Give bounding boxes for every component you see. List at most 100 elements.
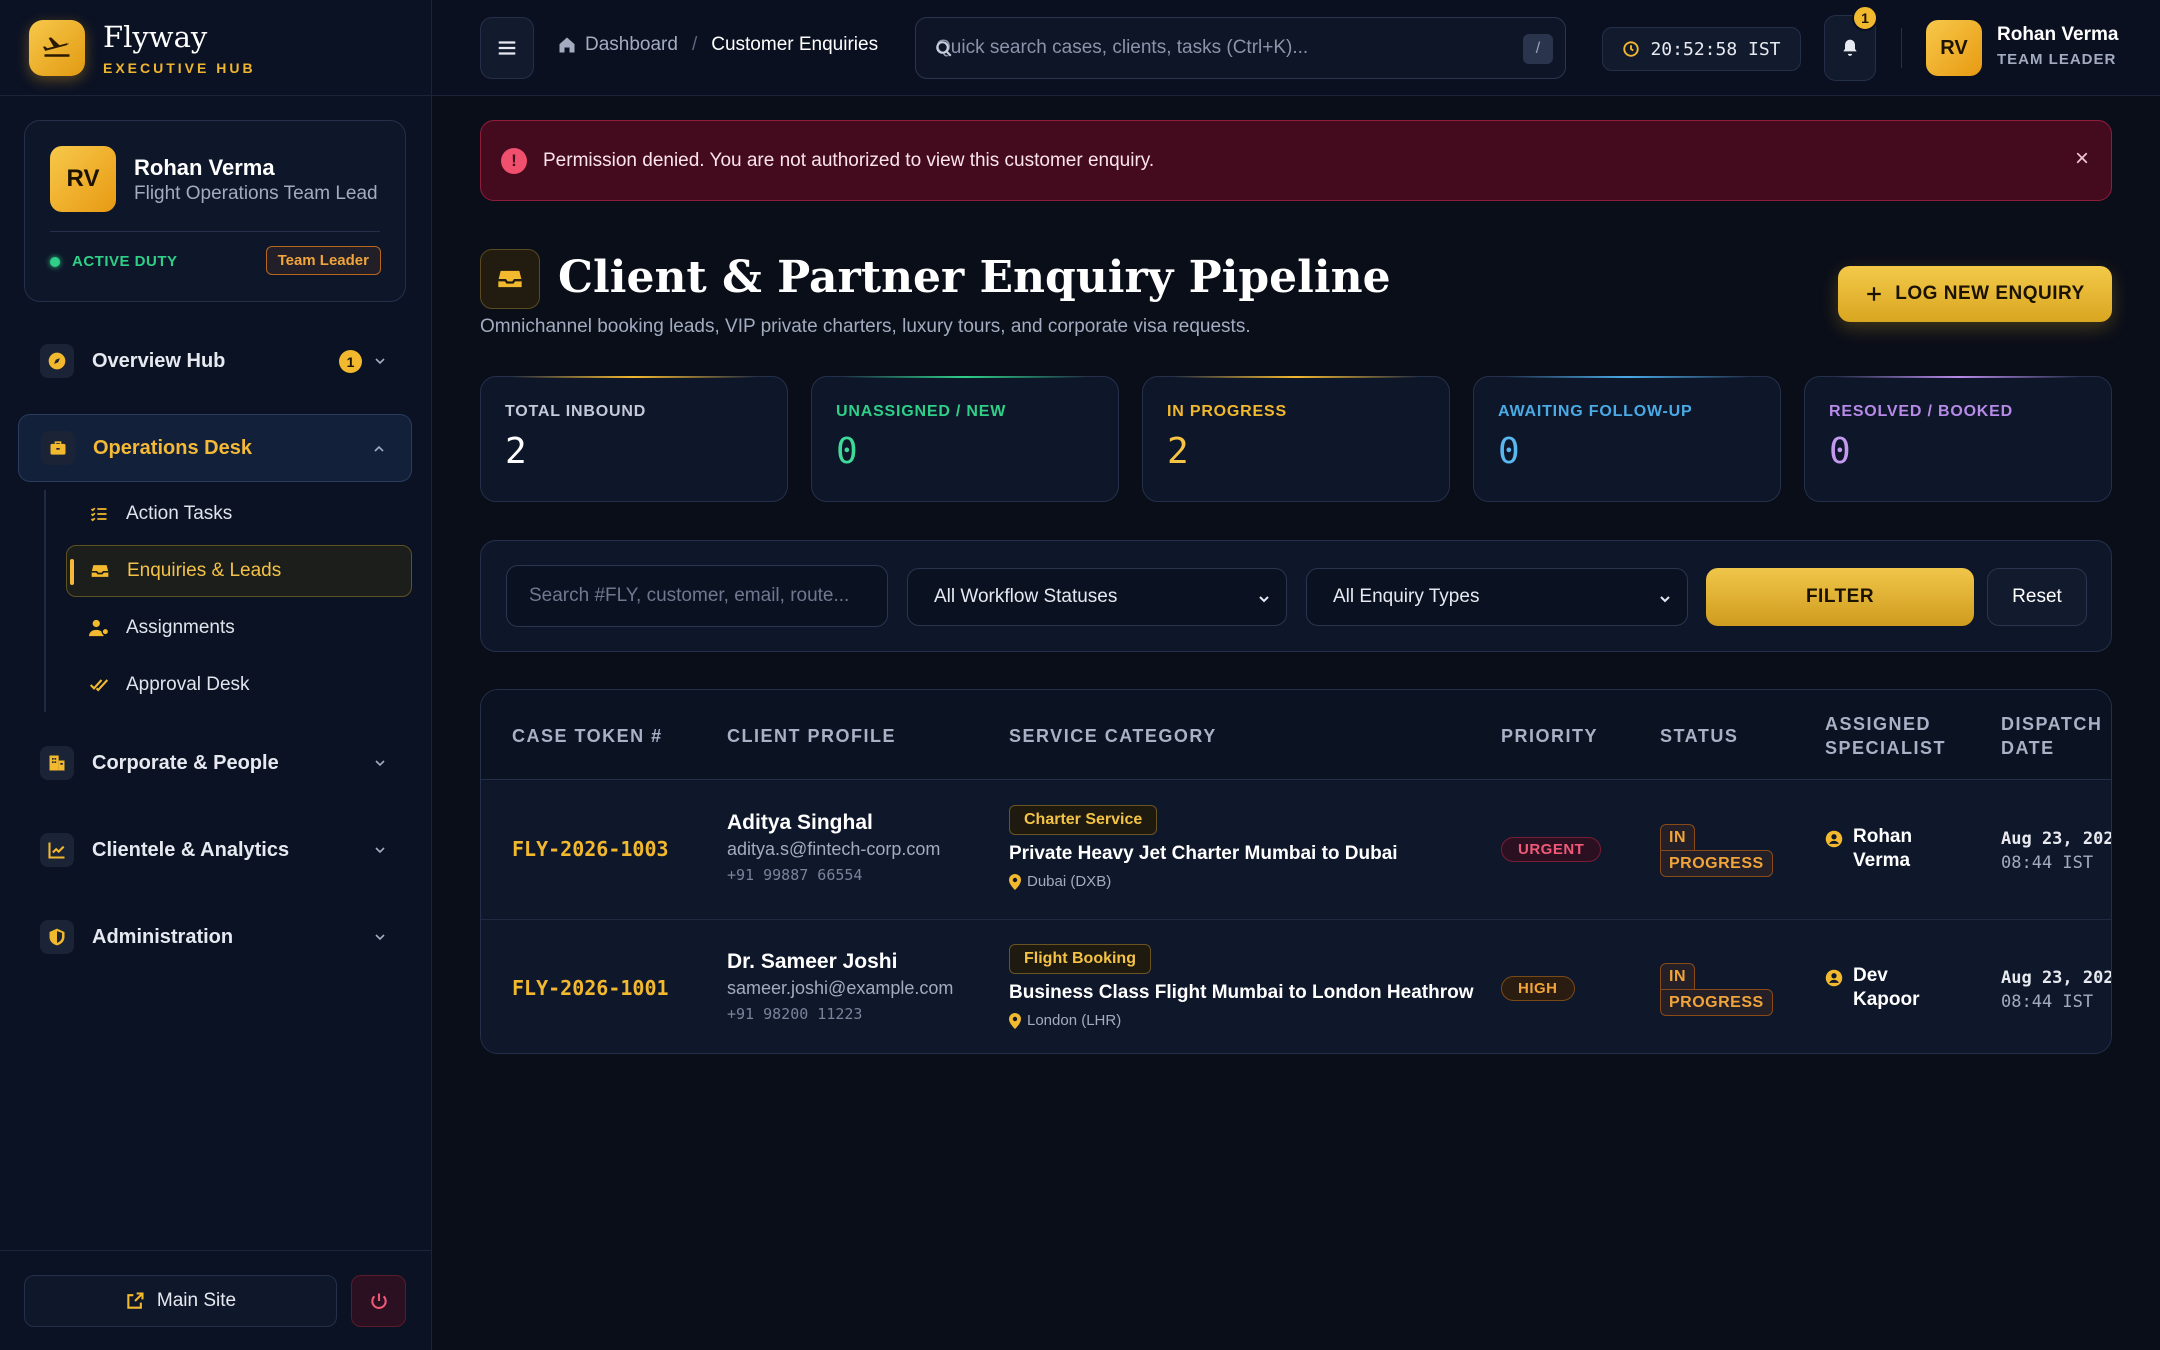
specialist-name: Rohan: [1853, 826, 1913, 847]
briefcase-icon: [41, 431, 75, 465]
sidebar-item-enquiries-leads[interactable]: Enquiries & Leads: [66, 545, 412, 597]
stat-label: AWAITING FOLLOW-UP: [1498, 403, 1693, 420]
hamburger-icon: [496, 37, 518, 59]
avatar: RV: [50, 146, 116, 212]
user-circle-icon: [1825, 969, 1843, 992]
global-search-input[interactable]: [936, 37, 1476, 59]
stat-accent: [511, 376, 757, 378]
chevron-down-icon: [372, 755, 388, 776]
column-header-service[interactable]: SERVICE CATEGORY: [1009, 724, 1217, 748]
sidebar-item-action-tasks[interactable]: Action Tasks: [66, 488, 412, 540]
filter-button[interactable]: FILTER: [1706, 568, 1974, 626]
header-line: DISPATCH: [2001, 714, 2103, 734]
brand-subtitle: EXECUTIVE HUB: [103, 59, 256, 76]
nav-operations-desk[interactable]: Operations Desk: [18, 414, 412, 482]
specialist-name: Verma: [1853, 850, 1911, 871]
brand[interactable]: Flyway EXECUTIVE HUB: [0, 0, 431, 96]
nav-overview-hub[interactable]: Overview Hub 1: [18, 327, 412, 395]
column-header-priority[interactable]: PRIORITY: [1501, 724, 1598, 748]
profile-name: Rohan Verma: [134, 155, 275, 180]
stat-card-awaiting-follow-up: AWAITING FOLLOW-UP 0: [1473, 376, 1781, 502]
client-name: Aditya Singhal: [727, 811, 873, 834]
client-profile: Dr. Sameer Joshi sameer.joshi@example.co…: [727, 950, 953, 1023]
duty-status: ACTIVE DUTY: [50, 253, 178, 270]
compass-icon: [40, 344, 74, 378]
sidebar-item-assignments[interactable]: Assignments: [66, 602, 412, 654]
dispatch-day: Aug 23, 2026: [2001, 829, 2112, 849]
status-line: PROGRESS: [1660, 989, 1773, 1016]
close-icon[interactable]: ×: [2075, 145, 2089, 173]
nav-count-badge: 1: [339, 350, 362, 373]
permission-alert: ! Permission denied. You are not authori…: [480, 120, 2112, 201]
priority-badge: HIGH: [1501, 976, 1575, 1001]
service-badge: Flight Booking: [1009, 944, 1151, 974]
map-pin-icon: [1009, 873, 1021, 890]
workflow-status-select[interactable]: All Workflow Statuses: [907, 568, 1287, 626]
nav-corporate-people[interactable]: Corporate & People: [18, 729, 412, 797]
enquiries-table: CASE TOKEN # CLIENT PROFILE SERVICE CATE…: [480, 689, 2112, 1054]
column-header-dispatch-date[interactable]: DISPATCH DATE: [2001, 712, 2102, 760]
column-header-status[interactable]: STATUS: [1660, 724, 1738, 748]
brand-name: Flyway: [103, 19, 208, 54]
clock: 20:52:58 IST: [1602, 27, 1801, 71]
power-icon: [369, 1291, 389, 1311]
stat-card-unassigned: UNASSIGNED / NEW 0: [811, 376, 1119, 502]
dispatch-date: Aug 23, 2026 08:44 IST: [2001, 827, 2112, 875]
alert-message: Permission denied. You are not authorize…: [543, 149, 1155, 171]
location-label: Dubai (DXB): [1027, 873, 1112, 890]
clock-icon: [1622, 40, 1640, 58]
menu-toggle-button[interactable]: [480, 17, 534, 79]
enquiry-search-input[interactable]: [529, 585, 869, 607]
reset-button[interactable]: Reset: [1987, 568, 2087, 626]
clock-time: 20:52:58 IST: [1650, 38, 1781, 60]
column-header-specialist[interactable]: ASSIGNED SPECIALIST: [1825, 712, 1946, 760]
enquiry-type-select[interactable]: All Enquiry Types: [1306, 568, 1688, 626]
profile-card: RV Rohan Verma Flight Operations Team Le…: [24, 120, 406, 302]
nav-label: Clientele & Analytics: [92, 838, 290, 861]
assigned-specialist: Rohan Verma: [1825, 825, 1912, 873]
logout-button[interactable]: [351, 1275, 406, 1327]
table-row[interactable]: FLY-2026-1003 Aditya Singhal aditya.s@fi…: [481, 781, 2111, 919]
status-line: IN: [1660, 963, 1695, 989]
dispatch-date: Aug 23, 2026 08:44 IST: [2001, 966, 2111, 1014]
inbox-icon: [480, 249, 540, 309]
service-category: Charter Service Private Heavy Jet Charte…: [1009, 805, 1398, 890]
topbar: Dashboard / Customer Enquiries / 20:52:5…: [432, 0, 2160, 96]
case-token[interactable]: FLY-2026-1003: [512, 837, 669, 861]
enquiry-search: [506, 565, 888, 627]
service-badge: Charter Service: [1009, 805, 1158, 835]
table-row[interactable]: FLY-2026-1001 Dr. Sameer Joshi sameer.jo…: [481, 920, 2111, 1053]
external-link-icon: [125, 1291, 145, 1311]
user-avatar[interactable]: RV: [1926, 20, 1982, 76]
map-pin-icon: [1009, 1012, 1021, 1029]
stat-value: 0: [1829, 431, 1851, 472]
log-new-enquiry-button[interactable]: LOG NEW ENQUIRY: [1838, 266, 2112, 322]
nav-administration[interactable]: Administration: [18, 903, 412, 971]
case-token[interactable]: FLY-2026-1001: [512, 976, 669, 1000]
header-line: DATE: [2001, 738, 2055, 758]
column-header-client[interactable]: CLIENT PROFILE: [727, 724, 896, 748]
column-header-token[interactable]: CASE TOKEN #: [512, 724, 663, 748]
search-icon: [935, 40, 953, 58]
breadcrumb-separator: /: [691, 34, 698, 55]
duty-label: ACTIVE DUTY: [72, 253, 178, 270]
service-title: Business Class Flight Mumbai to London H…: [1009, 982, 1474, 1003]
status-line: IN: [1660, 824, 1695, 850]
nav-clientele-analytics[interactable]: Clientele & Analytics: [18, 816, 412, 884]
main-site-button[interactable]: Main Site: [24, 1275, 337, 1327]
user-gear-icon: [88, 618, 110, 638]
sidebar-item-label: Approval Desk: [126, 674, 250, 695]
main-site-label: Main Site: [156, 1290, 237, 1311]
breadcrumb: Dashboard / Customer Enquiries: [557, 34, 878, 56]
nav-label: Administration: [92, 925, 234, 948]
client-phone: +91 98200 11223: [727, 1005, 863, 1023]
breadcrumb-dashboard-link[interactable]: Dashboard: [585, 34, 678, 56]
user-circle-icon: [1825, 830, 1843, 853]
page-title: Client & Partner Enquiry Pipeline: [558, 252, 1391, 303]
stat-card-in-progress: IN PROGRESS 2: [1142, 376, 1450, 502]
sidebar-item-approval-desk[interactable]: Approval Desk: [66, 659, 412, 711]
submenu-rail: [44, 490, 46, 712]
stat-label: UNASSIGNED / NEW: [836, 403, 1007, 420]
stat-accent: [842, 376, 1088, 378]
location-label: London (LHR): [1027, 1012, 1122, 1029]
